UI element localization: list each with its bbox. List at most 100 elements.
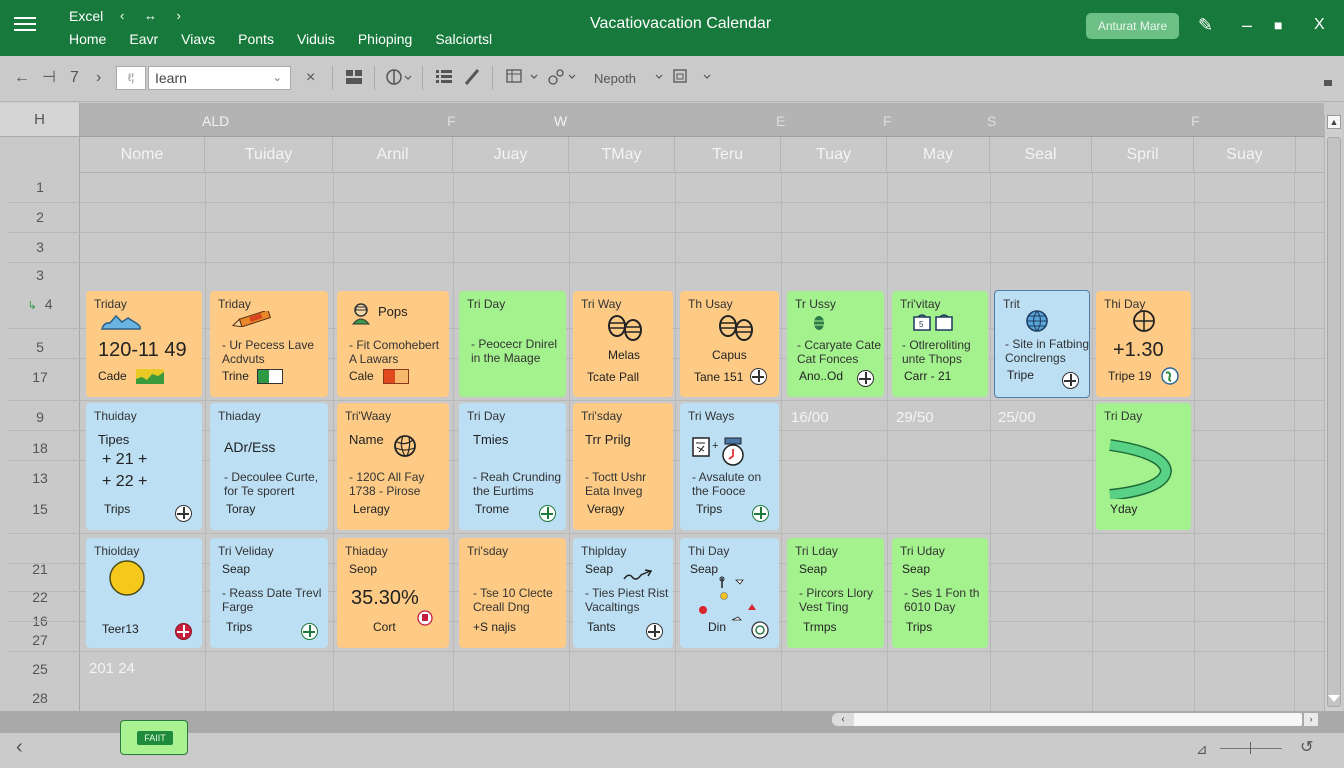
column-letter[interactable]: F xyxy=(1191,113,1200,129)
previous-sheet-icon[interactable]: ‹ xyxy=(16,736,23,759)
forward-icon[interactable]: › xyxy=(96,68,101,88)
minimize-button[interactable]: – xyxy=(1242,14,1252,36)
row-number[interactable]: 9 xyxy=(0,409,80,425)
day-header[interactable]: Juay xyxy=(453,137,569,173)
name-box-input[interactable]: Iearn ⌄ xyxy=(148,66,291,90)
event-card[interactable]: Tr Ussy - Ccaryate Cate Cat Fonces Ano..… xyxy=(787,291,884,397)
pen-icon[interactable]: ✎ xyxy=(1198,14,1213,36)
cell-value[interactable]: 16/00 xyxy=(791,409,829,426)
menu-phioping[interactable]: Phioping xyxy=(358,31,413,47)
scroll-up-icon[interactable]: ▲ xyxy=(1327,115,1341,129)
menu-ponts[interactable]: Ponts xyxy=(238,31,274,47)
globe-badge-icon[interactable] xyxy=(751,621,769,639)
zoom-slider-handle[interactable] xyxy=(1250,742,1251,754)
column-letter[interactable]: E xyxy=(776,113,785,129)
row-number[interactable]: ↳ 4 xyxy=(0,296,80,312)
row-number[interactable]: 28 xyxy=(0,690,80,706)
day-header[interactable]: Tuay xyxy=(781,137,887,173)
row-number[interactable]: 2 xyxy=(0,209,80,225)
day-header[interactable]: TMay xyxy=(569,137,675,173)
event-card[interactable]: Tri Uday Seap - Ses 1 Fon th 6010 Day Tr… xyxy=(892,538,988,648)
close-button[interactable]: X xyxy=(1314,14,1325,36)
flag-badge-icon[interactable] xyxy=(175,623,192,640)
event-card[interactable]: Th Usay Capus Tane 151 xyxy=(680,291,779,397)
earth-badge-icon[interactable] xyxy=(1161,367,1179,385)
row-number[interactable]: 25 xyxy=(0,661,80,677)
event-card[interactable]: Tri Ways + - Avsalute on the Fooce Trips xyxy=(680,403,779,530)
rotate-icon[interactable]: ↺ xyxy=(1300,738,1313,758)
row-number[interactable]: 3 xyxy=(0,239,80,255)
maximize-button[interactable]: ■ xyxy=(1274,14,1282,36)
event-card[interactable]: Thi Day +1.30 Tripe 19 xyxy=(1096,291,1191,397)
plus-badge-icon[interactable] xyxy=(539,505,556,522)
table-dropdown-icon[interactable] xyxy=(506,69,540,91)
zoom-out-icon[interactable]: ⊿ xyxy=(1196,739,1208,759)
scroll-down-icon[interactable] xyxy=(1328,695,1340,702)
column-letter[interactable]: W xyxy=(554,113,567,129)
event-card[interactable]: Tri Lday Seap - Pircors Llory Vest Ting … xyxy=(787,538,884,648)
plus-badge-icon[interactable] xyxy=(646,623,663,640)
cell-value[interactable]: 201 24 xyxy=(89,660,135,677)
vertical-scrollbar[interactable]: ▲ xyxy=(1324,115,1342,711)
event-card-selected[interactable]: Trit - Site in Fatbing Conclrengs Tripe xyxy=(994,290,1090,398)
row-number[interactable]: 1 xyxy=(0,179,80,195)
redo-icon[interactable]: 7 xyxy=(70,68,79,88)
event-card[interactable]: Tri Day Yday xyxy=(1096,403,1191,530)
row-number[interactable]: 3 xyxy=(0,267,80,283)
row-number[interactable]: 27 xyxy=(0,632,80,648)
event-card[interactable]: Triday 120-11 49 Cade xyxy=(86,291,202,397)
event-card[interactable]: Tri'Waay Name - 120C All Fay 1738 - Piro… xyxy=(337,403,449,530)
scroll-right-icon[interactable]: › xyxy=(1304,713,1318,726)
chevron-down-icon[interactable]: ⌄ xyxy=(273,67,282,89)
ribbon-collapse-icon[interactable] xyxy=(1324,72,1332,92)
event-card[interactable]: Tri'sday - Tse 10 Clecte Creall Dng +S n… xyxy=(459,538,566,648)
event-card[interactable]: Tri Veliday Seap - Reass Date Trevl Farg… xyxy=(210,538,328,648)
cell-value[interactable]: 29/50 xyxy=(896,409,934,426)
zoom-slider[interactable] xyxy=(1220,748,1282,749)
symbol-dropdown-icon[interactable] xyxy=(386,68,412,92)
insert-dropdown-icon[interactable] xyxy=(654,69,714,91)
cell-reference-box[interactable]: ℓ¦ xyxy=(116,66,146,90)
menu-viduis[interactable]: Viduis xyxy=(297,31,335,47)
event-card[interactable]: Tri Way Melas Tcate Pall xyxy=(573,291,673,397)
column-letter[interactable]: F xyxy=(883,113,892,129)
day-header[interactable]: Nome xyxy=(80,137,205,173)
plus-badge-icon[interactable] xyxy=(1062,372,1079,389)
row-number[interactable]: 5 xyxy=(0,339,80,355)
row-number[interactable]: 18 xyxy=(0,440,80,456)
cell-value[interactable]: 25/00 xyxy=(998,409,1036,426)
day-header[interactable]: Suay xyxy=(1194,137,1296,173)
undo-icon[interactable]: ⊣ xyxy=(42,68,56,88)
horizontal-scrollbar[interactable] xyxy=(832,713,1302,726)
layout-icon[interactable] xyxy=(346,70,362,90)
event-card[interactable]: Thiolday Teer13 xyxy=(86,538,202,648)
clear-icon[interactable]: × xyxy=(306,68,315,88)
vertical-scroll-thumb[interactable] xyxy=(1327,137,1341,707)
back-icon[interactable]: ← xyxy=(14,68,30,88)
menu-viavs[interactable]: Viavs xyxy=(181,31,215,47)
row-number[interactable]: 17 xyxy=(0,369,80,385)
select-all-corner[interactable]: H xyxy=(0,103,80,137)
event-card[interactable]: Tri'sday Trr Prilg - Toctt Ushr Eata Inv… xyxy=(573,403,673,530)
column-letter[interactable]: ALD xyxy=(202,113,229,129)
day-header[interactable]: Teru xyxy=(675,137,781,173)
event-card[interactable]: Tri'vitay 5 - Otlreroliting unte Thops C… xyxy=(892,291,988,397)
menu-home[interactable]: Home xyxy=(69,31,106,47)
plus-badge-icon[interactable] xyxy=(752,505,769,522)
event-card[interactable]: Thi Day Seap Din xyxy=(680,538,779,648)
event-card[interactable]: Triday - Ur Pecess Lave Acdvuts Trine xyxy=(210,291,328,397)
shapes-dropdown-icon[interactable] xyxy=(548,69,578,91)
day-header[interactable]: Arnil xyxy=(333,137,453,173)
event-card[interactable]: Thiaday Seop 35.30% Cort xyxy=(337,538,449,648)
plus-badge-icon[interactable] xyxy=(301,623,318,640)
column-letter[interactable]: S xyxy=(987,113,996,129)
event-card[interactable]: Tri Day Tmies - Reah Crunding the Eurtim… xyxy=(459,403,566,530)
day-header[interactable]: Spril xyxy=(1092,137,1194,173)
plus-badge-icon[interactable] xyxy=(857,370,874,387)
calendar-badge-icon[interactable] xyxy=(417,610,433,626)
hamburger-menu-icon[interactable] xyxy=(14,14,36,34)
menu-eavr[interactable]: Eavr xyxy=(129,31,158,47)
event-card[interactable]: Tri Day - Peocecr Dnirel in the Maage xyxy=(459,291,566,397)
column-letter[interactable]: F xyxy=(447,113,456,129)
sheet-tab[interactable]: FAIIT xyxy=(120,720,188,755)
